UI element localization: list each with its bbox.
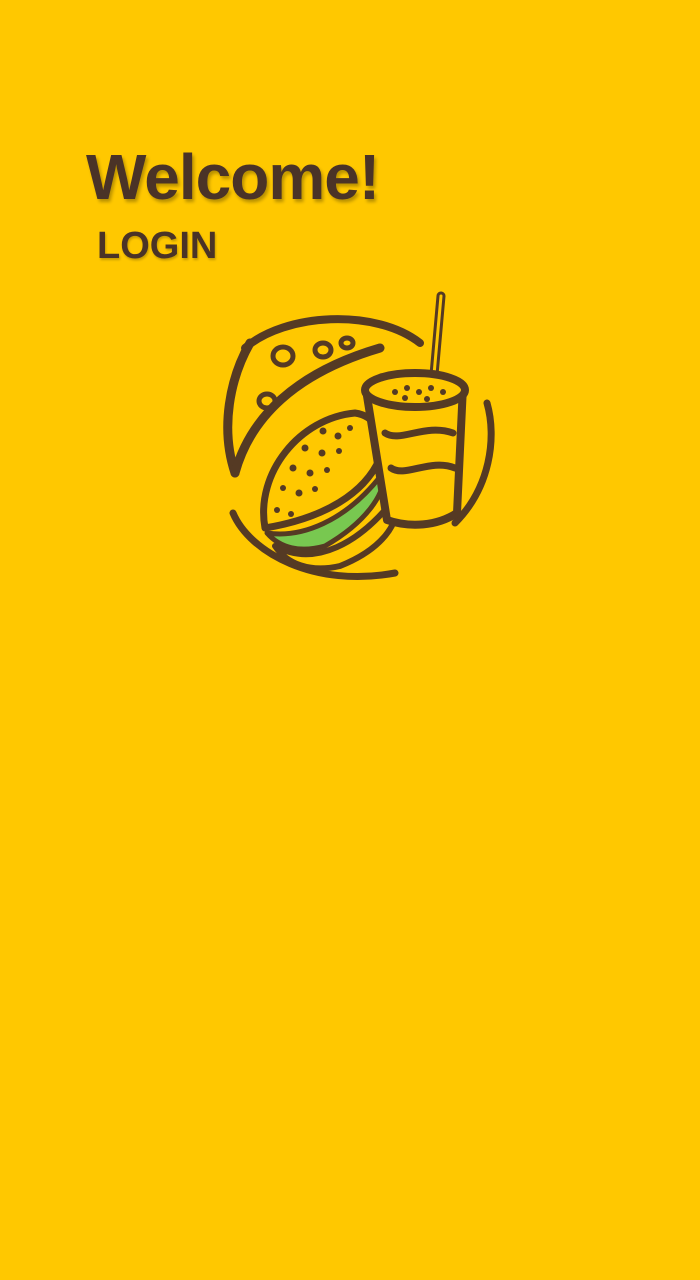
login-screen: Welcome! LOGIN [0, 0, 700, 1280]
app-logo [205, 288, 505, 588]
burger-and-drink-icon [223, 291, 495, 580]
welcome-title: Welcome! [86, 141, 380, 213]
login-heading: LOGIN [97, 225, 218, 267]
